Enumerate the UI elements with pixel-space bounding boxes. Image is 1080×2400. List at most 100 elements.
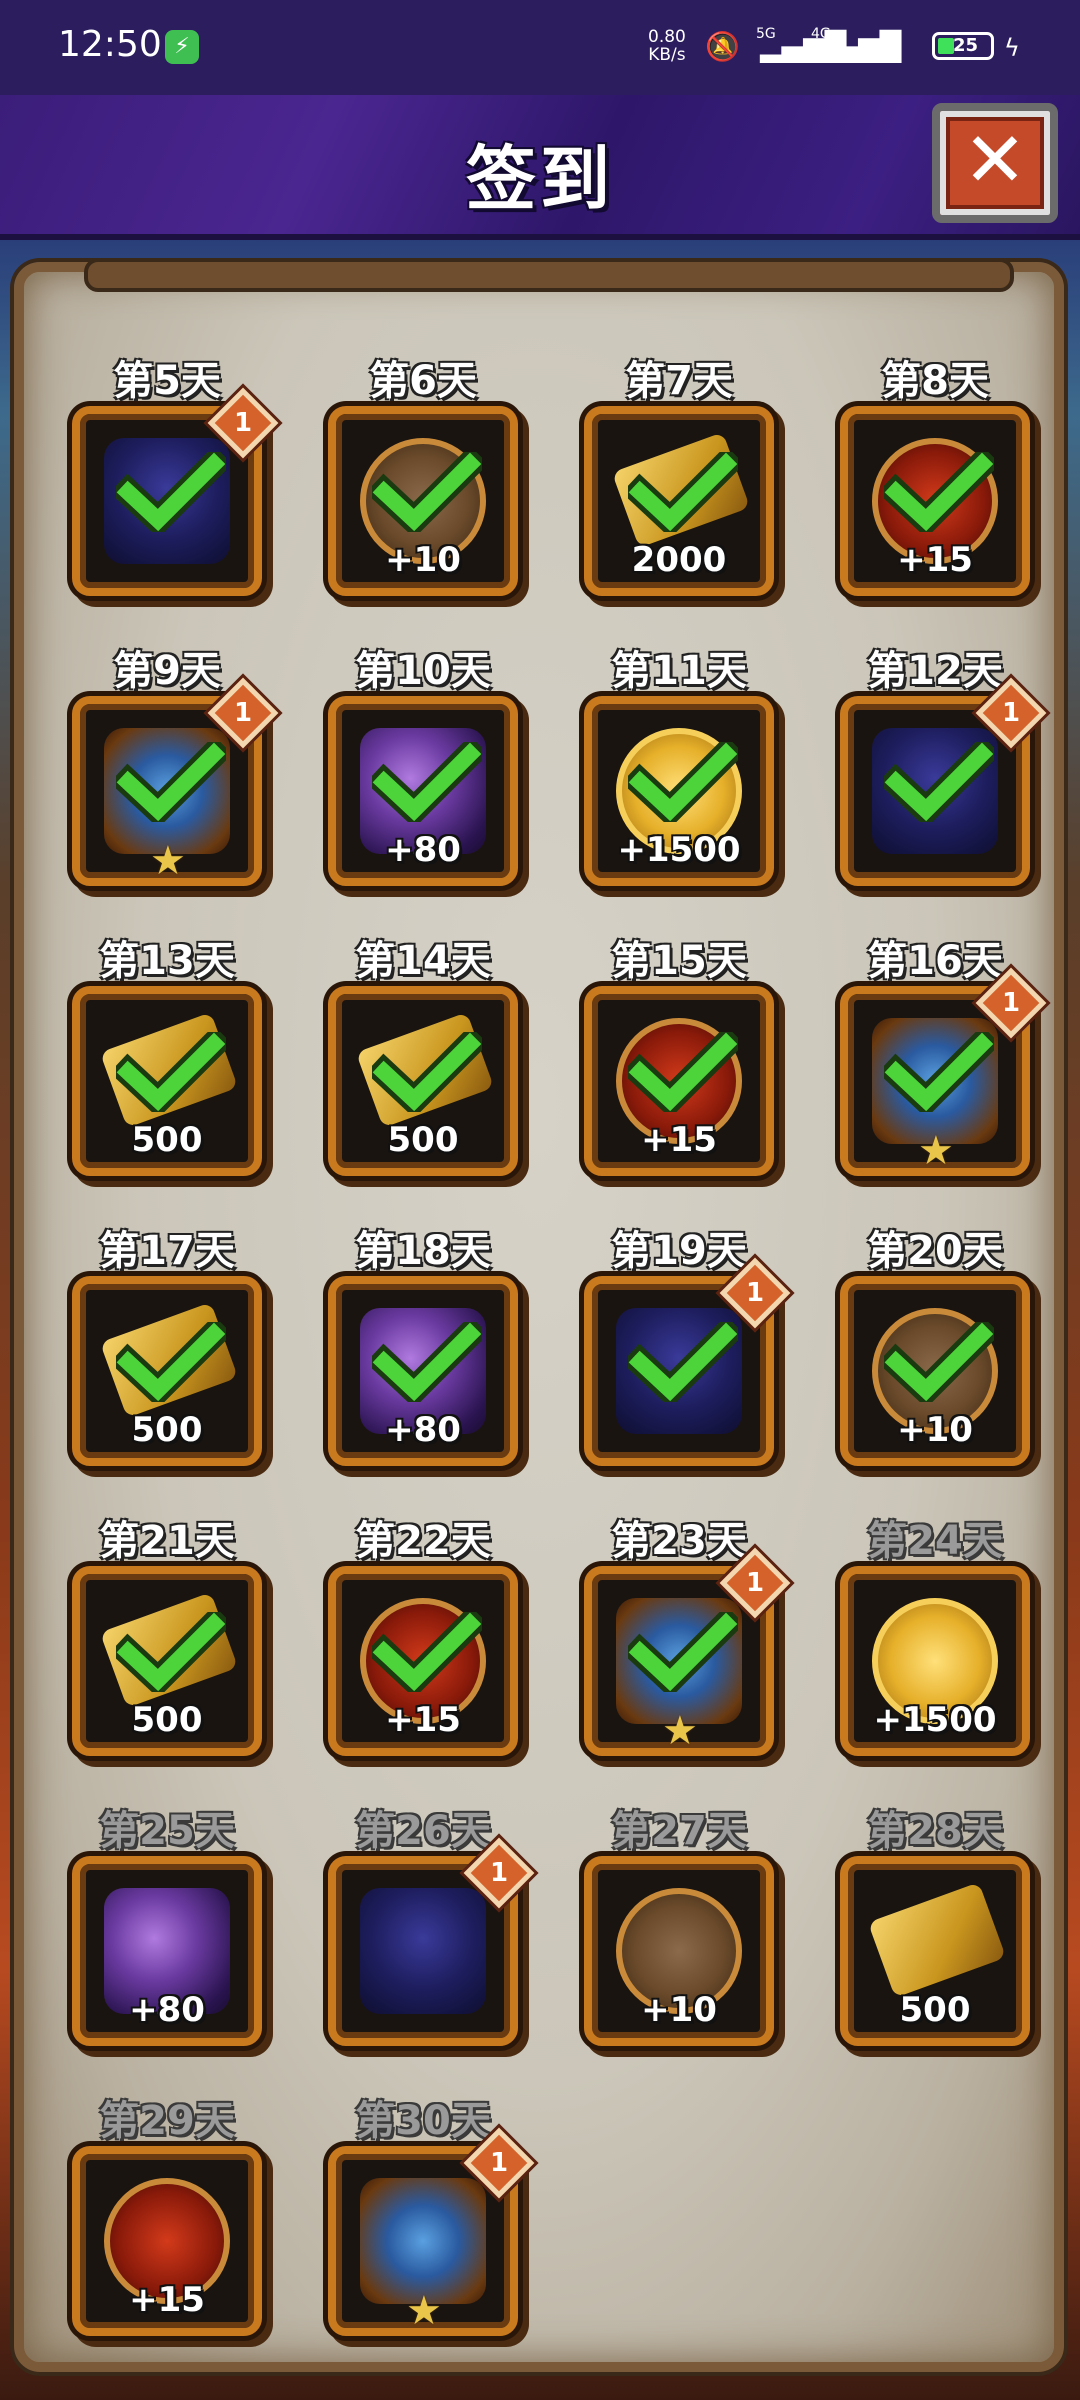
badge-count: 1	[489, 2148, 509, 2178]
battery-icon: 25	[932, 32, 994, 60]
reward-amount: 500	[131, 1700, 203, 1740]
day-reward-17[interactable]: 第17天 500	[72, 1218, 262, 1498]
reward-amount: 500	[387, 1120, 459, 1160]
checkmark-icon	[372, 1032, 482, 1112]
reward-tile[interactable]: +80	[72, 1856, 262, 2046]
day-reward-19[interactable]: 第19天 1	[584, 1218, 791, 1498]
reward-tile[interactable]: 500	[72, 986, 262, 1176]
reward-tile[interactable]: +80	[328, 1276, 518, 1466]
day-reward-13[interactable]: 第13天 500	[72, 928, 262, 1208]
reward-tile[interactable]: 1	[840, 677, 1047, 886]
badge-count: 1	[745, 1278, 765, 1308]
day-reward-29[interactable]: 第29天 +15	[72, 2088, 262, 2368]
app-notification-icon: ⚡	[165, 30, 199, 64]
reward-amount: 500	[131, 1410, 203, 1450]
reward-tile[interactable]: ★ 1	[840, 967, 1047, 1176]
day-label: 第18天	[355, 1228, 491, 1274]
star-icon: ★	[918, 1128, 954, 1174]
day-reward-7[interactable]: 第7天 2000	[584, 348, 774, 628]
reward-tile[interactable]: +10	[584, 1856, 774, 2046]
reward-tile[interactable]: 2000	[584, 406, 774, 596]
reward-tile[interactable]: ★ 1	[584, 1547, 791, 1756]
day-label: 第25天	[99, 1808, 235, 1854]
checkmark-icon	[116, 452, 226, 532]
badge-count: 1	[489, 1858, 509, 1888]
reward-tile[interactable]: 500	[72, 1566, 262, 1756]
badge-count: 1	[1001, 988, 1021, 1018]
reward-tile[interactable]: +15	[328, 1566, 518, 1756]
checkmark-icon	[884, 1032, 994, 1112]
reward-amount: +15	[385, 1700, 461, 1740]
day-reward-9[interactable]: 第9天 ★ 1	[72, 638, 279, 918]
checkmark-icon	[628, 452, 738, 532]
checkmark-icon	[372, 742, 482, 822]
reward-tile[interactable]: 500	[328, 986, 518, 1176]
day-label: 第24天	[867, 1518, 1003, 1564]
reward-tile[interactable]: 1	[584, 1257, 791, 1466]
day-reward-5[interactable]: 第5天 1	[72, 348, 279, 628]
day-reward-20[interactable]: 第20天 +10	[840, 1218, 1030, 1498]
badge-count: 1	[1001, 698, 1021, 728]
day-reward-28[interactable]: 第28天 500	[840, 1798, 1030, 2078]
reward-tile[interactable]: ★ 1	[328, 2127, 535, 2336]
day-reward-23[interactable]: 第23天 ★ 1	[584, 1508, 791, 1788]
day-reward-10[interactable]: 第10天 +80	[328, 638, 518, 918]
charging-icon: ϟ	[1004, 34, 1020, 62]
day-label: 第8天	[881, 358, 989, 404]
day-reward-14[interactable]: 第14天 500	[328, 928, 518, 1208]
reward-amount: +10	[385, 540, 461, 580]
reward-amount: +1500	[617, 830, 741, 870]
reward-tile[interactable]: +10	[328, 406, 518, 596]
reward-amount: +1500	[873, 1700, 997, 1740]
close-button[interactable]: ✕	[932, 103, 1058, 223]
demon-icon	[360, 1888, 486, 2014]
reward-tile[interactable]: 1	[328, 1837, 535, 2046]
day-reward-25[interactable]: 第25天 +80	[72, 1798, 262, 2078]
day-reward-11[interactable]: 第11天 +1500	[584, 638, 774, 918]
star-icon: ★	[406, 2288, 442, 2334]
day-reward-15[interactable]: 第15天 +15	[584, 928, 774, 1208]
reward-tile[interactable]: +1500	[584, 696, 774, 886]
reward-tile[interactable]: +15	[72, 2146, 262, 2336]
day-reward-27[interactable]: 第27天 +10	[584, 1798, 774, 2078]
reward-amount: +80	[385, 830, 461, 870]
checkmark-icon	[884, 452, 994, 532]
day-reward-6[interactable]: 第6天 +10	[328, 348, 518, 628]
day-reward-30[interactable]: 第30天 ★ 1	[328, 2088, 535, 2368]
day-label: 第21天	[99, 1518, 235, 1564]
day-label: 第7天	[625, 358, 733, 404]
day-label: 第20天	[867, 1228, 1003, 1274]
reward-amount: 500	[899, 1990, 971, 2030]
reward-tile[interactable]: ★ 1	[72, 677, 279, 886]
reward-amount: +80	[129, 1990, 205, 2030]
reward-tile[interactable]: +10	[840, 1276, 1030, 1466]
reward-tile[interactable]: 500	[72, 1276, 262, 1466]
day-reward-22[interactable]: 第22天 +15	[328, 1508, 518, 1788]
star-icon: ★	[150, 838, 186, 884]
day-reward-26[interactable]: 第26天 1	[328, 1798, 535, 2078]
reward-tile[interactable]: +15	[840, 406, 1030, 596]
day-label: 第13天	[99, 938, 235, 984]
day-label: 第6天	[369, 358, 477, 404]
day-reward-18[interactable]: 第18天 +80	[328, 1218, 518, 1498]
day-label: 第29天	[99, 2098, 235, 2144]
day-label: 第14天	[355, 938, 491, 984]
day-reward-8[interactable]: 第8天 +15	[840, 348, 1030, 628]
battery-level: 25	[953, 35, 979, 56]
reward-tile[interactable]: +1500	[840, 1566, 1030, 1756]
day-label: 第27天	[611, 1808, 747, 1854]
reward-tile[interactable]: +80	[328, 696, 518, 886]
reward-tile[interactable]: 1	[72, 387, 279, 596]
checkmark-icon	[628, 742, 738, 822]
reward-tile[interactable]: 500	[840, 1856, 1030, 2046]
header-bar: 签到	[0, 95, 1080, 240]
day-label: 第22天	[355, 1518, 491, 1564]
day-reward-24[interactable]: 第24天 +1500	[840, 1508, 1030, 1788]
day-reward-12[interactable]: 第12天 1	[840, 638, 1047, 918]
reward-tile[interactable]: +15	[584, 986, 774, 1176]
checkmark-icon	[628, 1322, 738, 1402]
day-reward-16[interactable]: 第16天 ★ 1	[840, 928, 1047, 1208]
checkmark-icon	[628, 1612, 738, 1692]
page-title: 签到	[466, 138, 614, 220]
day-reward-21[interactable]: 第21天 500	[72, 1508, 262, 1788]
